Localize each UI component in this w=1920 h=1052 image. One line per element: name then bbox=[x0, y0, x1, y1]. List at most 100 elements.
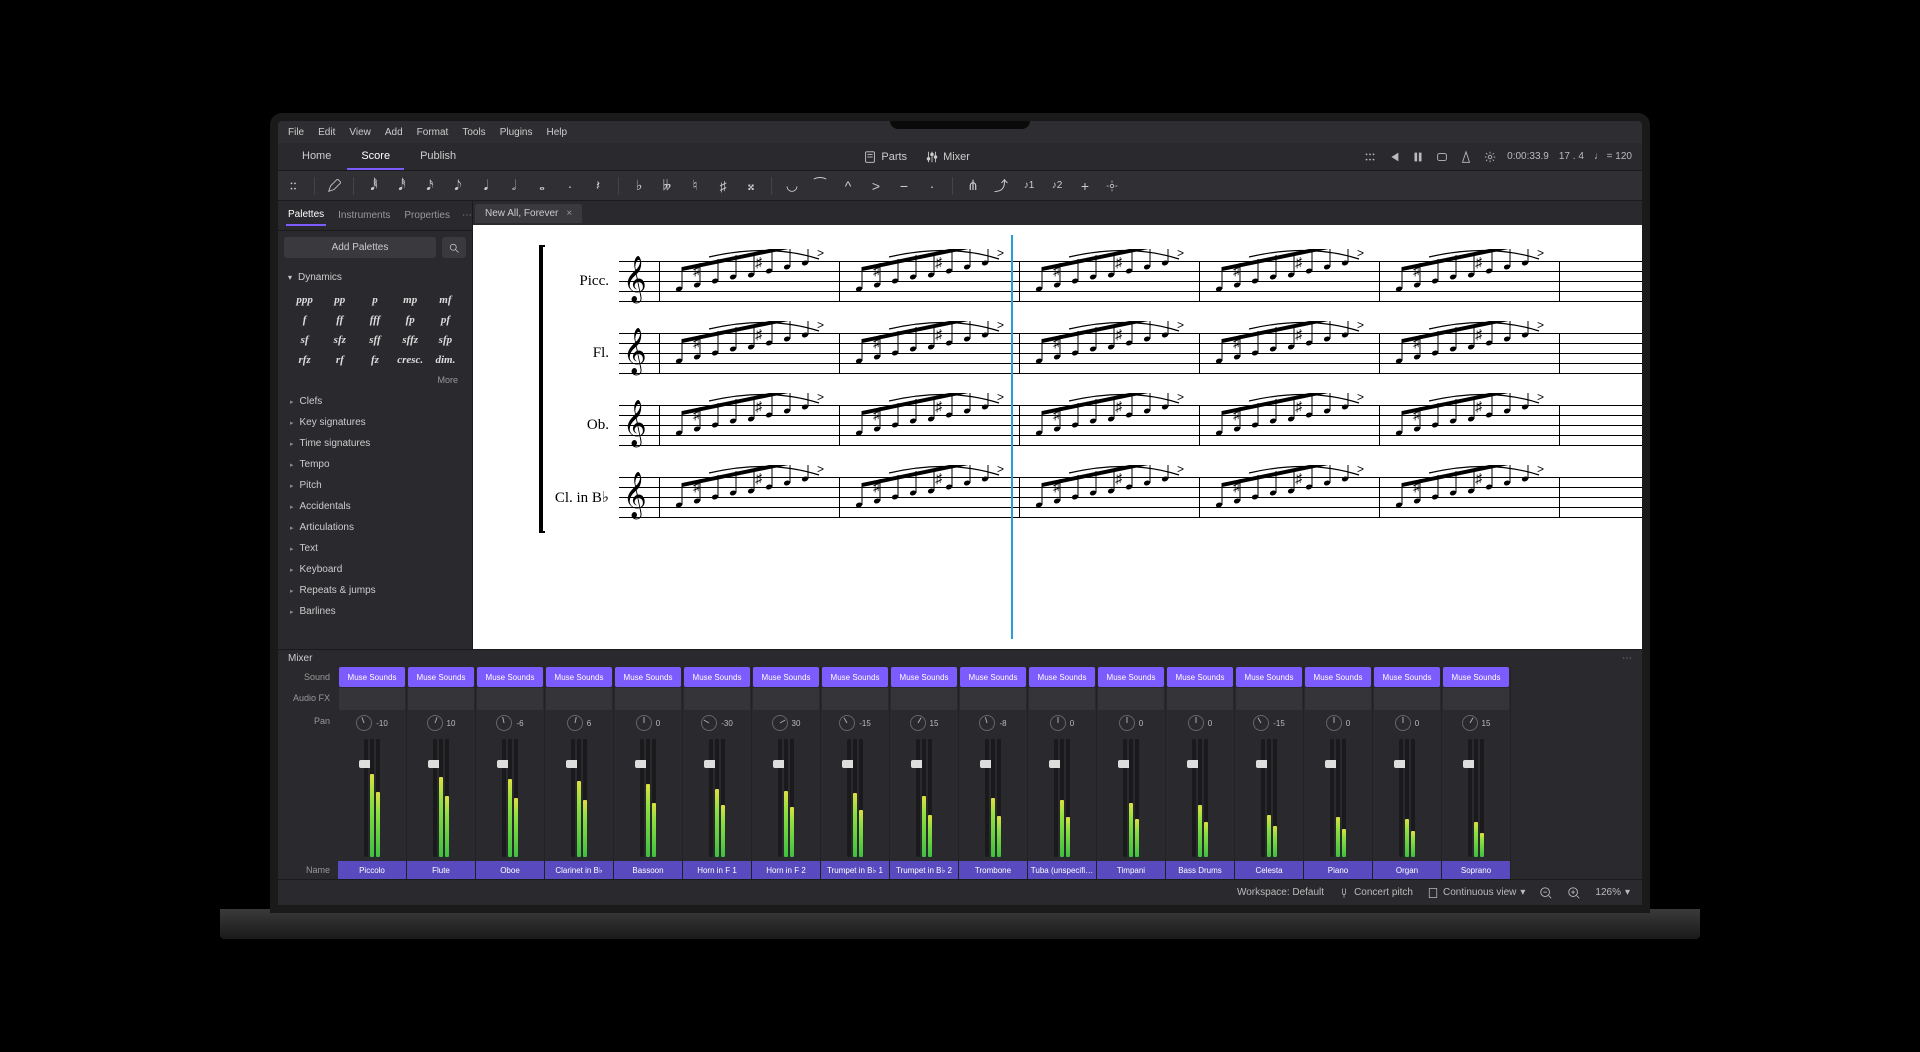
dynamic-sf[interactable]: sf bbox=[288, 331, 321, 349]
dynamic-sff[interactable]: sff bbox=[358, 331, 391, 349]
sound-select[interactable]: Muse Sounds bbox=[1098, 667, 1164, 687]
panel-tab-instruments[interactable]: Instruments bbox=[336, 206, 392, 225]
volume-fader[interactable] bbox=[1123, 739, 1127, 857]
natural-icon[interactable]: ♮ bbox=[687, 178, 703, 194]
sound-select[interactable]: Muse Sounds bbox=[408, 667, 474, 687]
volume-fader[interactable] bbox=[433, 739, 437, 857]
note-64th[interactable]: 𝅘𝅥𝅱 bbox=[366, 178, 382, 194]
rest-icon[interactable]: 𝄽 bbox=[590, 178, 606, 194]
note-half[interactable]: 𝅗𝅥 bbox=[506, 178, 522, 194]
sound-select[interactable]: Muse Sounds bbox=[1029, 667, 1095, 687]
rewind-icon[interactable] bbox=[1387, 150, 1401, 164]
tab-score[interactable]: Score bbox=[347, 144, 404, 170]
dynamic-dim[interactable]: dim. bbox=[429, 351, 462, 369]
flat-icon[interactable]: ♭ bbox=[631, 178, 647, 194]
tie-icon[interactable]: ◡ bbox=[784, 178, 800, 194]
dynamic-mf[interactable]: mf bbox=[429, 291, 462, 309]
panel-menu-icon[interactable]: ⋯ bbox=[462, 210, 472, 221]
channel-name[interactable]: Trumpet in B♭ 2 bbox=[890, 861, 958, 879]
pan-knob[interactable]: .pan-knob::after{transform:translateX(-5… bbox=[701, 715, 717, 731]
volume-fader[interactable] bbox=[1468, 739, 1472, 857]
palette-keyboard[interactable]: Keyboard bbox=[278, 559, 472, 580]
dynamic-sfp[interactable]: sfp bbox=[429, 331, 462, 349]
audio-fx-slot[interactable] bbox=[753, 688, 819, 710]
staff[interactable]: 𝄞>♯♯>♯♯>♯♯>♯♯>♯♯ bbox=[619, 261, 1642, 301]
pan-knob[interactable]: .pan-knob::after{transform:translateX(-5… bbox=[1462, 715, 1478, 731]
menu-help[interactable]: Help bbox=[547, 127, 568, 138]
volume-fader[interactable] bbox=[1261, 739, 1265, 857]
sound-select[interactable]: Muse Sounds bbox=[339, 667, 405, 687]
document-tab[interactable]: New All, Forever × bbox=[475, 204, 582, 223]
sound-select[interactable]: Muse Sounds bbox=[546, 667, 612, 687]
palette-pitch[interactable]: Pitch bbox=[278, 475, 472, 496]
gear-icon[interactable] bbox=[1105, 179, 1119, 193]
dynamic-mp[interactable]: mp bbox=[394, 291, 427, 309]
dynamic-rf[interactable]: rf bbox=[323, 351, 356, 369]
dynamic-pf[interactable]: pf bbox=[429, 311, 462, 329]
audio-fx-slot[interactable] bbox=[891, 688, 957, 710]
sound-select[interactable]: Muse Sounds bbox=[1374, 667, 1440, 687]
sound-select[interactable]: Muse Sounds bbox=[1236, 667, 1302, 687]
mixer-toggle-button[interactable]: Mixer bbox=[925, 150, 970, 164]
workspace-label[interactable]: Workspace: Default bbox=[1237, 887, 1324, 898]
tenuto-icon[interactable]: − bbox=[896, 178, 912, 194]
audio-fx-slot[interactable] bbox=[615, 688, 681, 710]
channel-name[interactable]: Horn in F 1 bbox=[683, 861, 751, 879]
volume-fader[interactable] bbox=[709, 739, 713, 857]
metronome-icon[interactable] bbox=[1459, 150, 1473, 164]
audio-fx-slot[interactable] bbox=[339, 688, 405, 710]
mixer-menu-icon[interactable]: ⋯ bbox=[1622, 653, 1632, 664]
audio-fx-slot[interactable] bbox=[477, 688, 543, 710]
volume-fader[interactable] bbox=[1054, 739, 1058, 857]
audio-fx-slot[interactable] bbox=[546, 688, 612, 710]
staccato-icon[interactable]: · bbox=[924, 178, 940, 194]
menu-add[interactable]: Add bbox=[385, 127, 403, 138]
note-32nd[interactable]: 𝅘𝅥𝅰 bbox=[394, 178, 410, 194]
grip-icon[interactable] bbox=[1363, 150, 1377, 164]
palette-accidentals[interactable]: Accidentals bbox=[278, 496, 472, 517]
audio-fx-slot[interactable] bbox=[1167, 688, 1233, 710]
note-quarter[interactable]: 𝅘𝅥 bbox=[478, 178, 494, 194]
tuplet-icon[interactable]: ⋔ bbox=[965, 178, 981, 194]
score-canvas[interactable]: Picc.𝄞>♯♯>♯♯>♯♯>♯♯>♯♯Fl.𝄞>♯♯>♯♯>♯♯>♯♯>♯♯… bbox=[473, 225, 1642, 649]
volume-fader[interactable] bbox=[640, 739, 644, 857]
grip-icon[interactable] bbox=[288, 179, 302, 193]
sound-select[interactable]: Muse Sounds bbox=[1305, 667, 1371, 687]
pan-knob[interactable]: .pan-knob::after{transform:translateX(-5… bbox=[427, 715, 443, 731]
note-whole[interactable]: 𝅝 bbox=[534, 178, 550, 194]
channel-name[interactable]: Trumpet in B♭ 1 bbox=[821, 861, 889, 879]
audio-fx-slot[interactable] bbox=[1443, 688, 1509, 710]
sound-select[interactable]: Muse Sounds bbox=[822, 667, 888, 687]
staff[interactable]: 𝄞>♯♯>♯♯>♯♯>♯♯>♯♯ bbox=[619, 333, 1642, 373]
marcato-icon[interactable]: ^ bbox=[840, 178, 856, 194]
dynamic-ff[interactable]: ff bbox=[323, 311, 356, 329]
search-button[interactable] bbox=[442, 237, 466, 258]
palette-repeats-jumps[interactable]: Repeats & jumps bbox=[278, 580, 472, 601]
add-palettes-button[interactable]: Add Palettes bbox=[284, 237, 436, 258]
note-dot[interactable]: · bbox=[562, 178, 578, 194]
concert-pitch-toggle[interactable]: Concert pitch bbox=[1338, 887, 1413, 899]
audio-fx-slot[interactable] bbox=[1374, 688, 1440, 710]
palette-dynamics-header[interactable]: Dynamics bbox=[288, 268, 462, 287]
pan-knob[interactable]: .pan-knob::after{transform:translateX(-5… bbox=[839, 715, 855, 731]
pan-knob[interactable]: .pan-knob::after{transform:translateX(-5… bbox=[1253, 715, 1269, 731]
dblsharp-icon[interactable]: 𝄪 bbox=[743, 178, 759, 194]
volume-fader[interactable] bbox=[364, 739, 368, 857]
volume-fader[interactable] bbox=[985, 739, 989, 857]
slur-icon[interactable]: ⁀ bbox=[812, 178, 828, 194]
pan-knob[interactable]: .pan-knob::after{transform:translateX(-5… bbox=[636, 715, 652, 731]
voice-1[interactable]: ♪1 bbox=[1021, 178, 1037, 194]
audio-fx-slot[interactable] bbox=[1305, 688, 1371, 710]
channel-name[interactable]: Tuba (unspecifi… bbox=[1028, 861, 1096, 879]
channel-name[interactable]: Piccolo bbox=[338, 861, 406, 879]
loop-icon[interactable] bbox=[1435, 150, 1449, 164]
dynamic-rfz[interactable]: rfz bbox=[288, 351, 321, 369]
sound-select[interactable]: Muse Sounds bbox=[960, 667, 1026, 687]
channel-name[interactable]: Clarinet in B♭ bbox=[545, 861, 613, 879]
volume-fader[interactable] bbox=[1399, 739, 1403, 857]
channel-name[interactable]: Horn in F 2 bbox=[752, 861, 820, 879]
flip-icon[interactable]: ⤴ bbox=[993, 178, 1009, 194]
audio-fx-slot[interactable] bbox=[408, 688, 474, 710]
dynamic-fp[interactable]: fp bbox=[394, 311, 427, 329]
tab-home[interactable]: Home bbox=[288, 144, 345, 170]
